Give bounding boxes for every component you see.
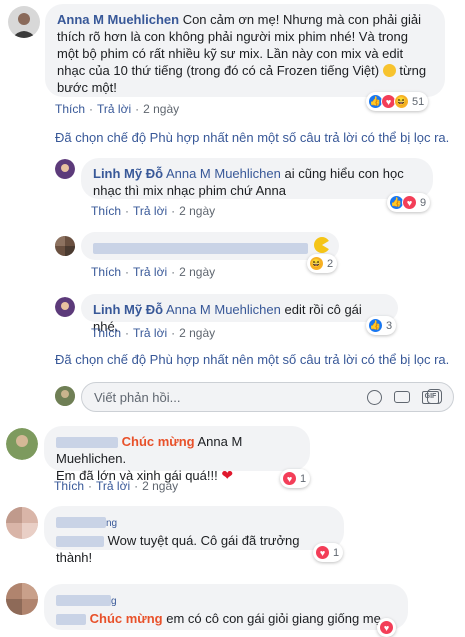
reaction-count: 1 (300, 472, 307, 485)
like-link[interactable]: Thích (55, 102, 85, 116)
avatar[interactable] (55, 159, 75, 179)
avatar[interactable] (6, 583, 38, 615)
reaction-summary[interactable]: ♥ 1 (280, 469, 311, 488)
avatar[interactable] (6, 507, 38, 539)
avatar[interactable] (8, 6, 40, 38)
comment-author[interactable]: Linh Mỹ Đỗ (93, 302, 163, 317)
like-link[interactable]: Thích (54, 479, 84, 493)
comment-time[interactable]: 2 ngày (142, 479, 178, 493)
comment-bubble: Chúc mừng Anna M Muehlichen. Em đã lớn v… (44, 426, 310, 483)
blurred-name (56, 437, 118, 449)
emoji-icon[interactable] (367, 390, 382, 405)
reply-link[interactable]: Trả lời (133, 326, 167, 340)
filter-notice[interactable]: Đã chọn chế độ Phù hợp nhất nên một số c… (55, 352, 449, 367)
comment-text: em có cô con gái giỏi giang giống mẹ (166, 611, 381, 626)
comment-author[interactable]: Anna M Muehlichen (57, 12, 179, 27)
blurred-name (56, 517, 106, 529)
comment-actions: Thích · Trả lời · 2 ngày (91, 326, 216, 340)
reaction-count: 2 (327, 257, 334, 270)
comment-actions: Thích · Trả lời · 2 ngày (91, 265, 216, 279)
reply-link[interactable]: Trả lời (133, 204, 167, 218)
avatar[interactable] (55, 236, 75, 256)
filter-notice[interactable]: Đã chọn chế độ Phù hợp nhất nên một số c… (55, 130, 449, 145)
haha-reaction-icon: 😆 (309, 256, 324, 271)
mention-link[interactable]: Anna M Muehlichen (166, 302, 281, 317)
comment-bubble: ng Wow tuyệt quá. Cô gái đã trưởng thành… (44, 506, 344, 565)
comment-actions: Thích · Trả lời · 2 ngày (55, 102, 180, 116)
comment-time[interactable]: 2 ngày (179, 204, 215, 218)
reply-bubble: Linh Mỹ Đỗ Anna M Muehlichen edit rồi cô… (81, 294, 398, 334)
avatar[interactable] (55, 297, 75, 317)
like-link[interactable]: Thích (91, 326, 121, 340)
haha-reaction-icon: 😆 (394, 94, 409, 109)
avatar[interactable] (6, 428, 38, 460)
author-suffix: g (111, 596, 117, 607)
comment-actions: Thích · Trả lời · 2 ngày (91, 204, 216, 218)
like-link[interactable]: Thích (91, 204, 121, 218)
reaction-count: 1 (333, 546, 340, 559)
blurred-name (56, 536, 104, 548)
like-link[interactable]: Thích (91, 265, 121, 279)
heart-emoji-icon: ❤ (221, 467, 234, 483)
reaction-summary[interactable]: 👍 ♥ 9 (387, 193, 431, 212)
author-suffix: ng (106, 518, 118, 529)
comment-time[interactable]: 2 ngày (179, 265, 215, 279)
comment-prefix: Chúc mừng (89, 611, 163, 626)
reaction-count: 3 (386, 319, 393, 332)
comment-actions: Thích · Trả lời · 2 ngày (54, 479, 179, 493)
reaction-summary[interactable]: 😆 2 (307, 254, 338, 273)
like-reaction-icon: 👍 (368, 318, 383, 333)
reaction-summary[interactable]: 👍 ♥ 😆 51 (366, 92, 429, 111)
blurred-text (93, 243, 308, 255)
smile-emoji-icon (382, 64, 396, 77)
mention-link[interactable]: Anna M Muehlichen (166, 166, 281, 181)
blurred-name (56, 595, 111, 607)
comment-bubble: Anna M Muehlichen Con cảm ơn mẹ! Nhưng m… (45, 4, 445, 97)
reaction-summary[interactable]: ♥ (377, 618, 396, 637)
love-reaction-icon: ♥ (402, 195, 417, 210)
reply-input[interactable]: Viết phản hồi... GIF (81, 382, 454, 412)
reply-link[interactable]: Trả lời (96, 479, 130, 493)
reply-link[interactable]: Trả lời (133, 265, 167, 279)
comment-time[interactable]: 2 ngày (143, 102, 179, 116)
love-reaction-icon: ♥ (315, 545, 330, 560)
blurred-name (56, 614, 86, 626)
reaction-count: 51 (412, 95, 425, 108)
camera-icon[interactable] (394, 391, 410, 403)
reaction-count: 9 (420, 196, 427, 209)
love-reaction-icon: ♥ (282, 471, 297, 486)
reply-input-placeholder: Viết phản hồi... (94, 390, 181, 405)
reply-bubble (81, 232, 339, 260)
comment-author[interactable]: Linh Mỹ Đỗ (93, 166, 163, 181)
reaction-summary[interactable]: ♥ 1 (313, 543, 344, 562)
sticker-icon[interactable] (427, 389, 442, 404)
reaction-summary[interactable]: 👍 3 (366, 316, 397, 335)
reply-bubble: Linh Mỹ Đỗ Anna M Muehlichen ai cũng hiể… (81, 158, 433, 199)
reply-link[interactable]: Trả lời (97, 102, 131, 116)
comment-bubble: g Chúc mừng em có cô con gái giỏi giang … (44, 584, 408, 630)
avatar (55, 386, 75, 406)
comment-time[interactable]: 2 ngày (179, 326, 215, 340)
comment-prefix: Chúc mừng (121, 434, 195, 449)
love-reaction-icon: ♥ (379, 620, 394, 635)
